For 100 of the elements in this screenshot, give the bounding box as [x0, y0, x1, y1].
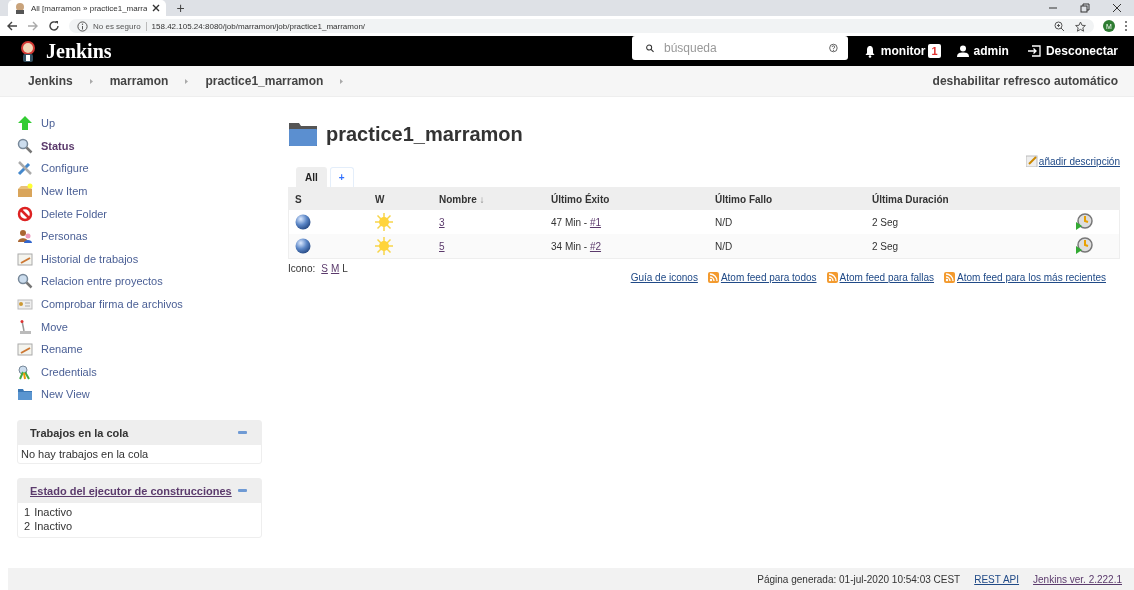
certificate-icon	[17, 296, 33, 313]
feed-link[interactable]: Atom feed para fallas	[826, 272, 935, 283]
security-label: No es seguro	[93, 21, 147, 31]
feed-link[interactable]: Atom feed para los más recientes	[944, 272, 1106, 283]
sun-icon	[375, 213, 393, 231]
queue-message: No hay trabajos en la cola	[20, 446, 150, 462]
status-ball-icon	[295, 238, 311, 254]
rest-api-link[interactable]: REST API	[974, 573, 1020, 585]
build-link[interactable]: #2	[589, 240, 602, 252]
url-text[interactable]: 158.42.105.24:8080/job/marramon/job/practice1_marramon/	[151, 21, 366, 31]
status-ball-icon	[295, 214, 311, 230]
user-link[interactable]: admin	[956, 44, 1009, 58]
sidebar-item[interactable]: Delete Folder	[17, 202, 262, 225]
chevron-icon	[339, 77, 345, 85]
executor-status: Inactivo	[34, 519, 73, 532]
sort-arrow-icon: ↓	[479, 193, 485, 205]
browser-tab[interactable]: All [marramon » practice1_marra	[8, 0, 167, 16]
close-icon	[1112, 3, 1122, 13]
executor-status: Inactivo	[34, 505, 73, 518]
logout-icon	[1026, 45, 1041, 57]
user-icon	[956, 45, 969, 57]
new-tab-button[interactable]: +	[176, 0, 185, 16]
build-clock-icon[interactable]	[1075, 213, 1093, 231]
column-header: Último Éxito	[545, 187, 709, 210]
column-header: Último Fallo	[709, 187, 866, 210]
feed-link[interactable]: Atom feed para todos	[707, 272, 817, 283]
executor-number: 1	[24, 505, 31, 518]
executor-number: 2	[24, 519, 31, 532]
view-tab[interactable]: +	[329, 167, 354, 187]
collapse-button[interactable]	[238, 489, 247, 493]
version-link[interactable]: Jenkins ver. 2.222.1	[1033, 573, 1122, 585]
table-cell: 2 Seg	[872, 216, 899, 228]
sidebar-item[interactable]: Up	[17, 112, 262, 135]
sidebar-item[interactable]: Relacion entre proyectos	[17, 270, 262, 293]
table-cell: N/D	[715, 240, 733, 252]
search-icon	[17, 137, 33, 154]
column-header: Última Duración	[866, 187, 1120, 210]
generated-timestamp: Página generada: 01-jul-2020 10:54:03 CEST	[757, 573, 961, 585]
add-description-link[interactable]: añadir descripción	[1025, 155, 1120, 167]
folder-icon	[288, 121, 318, 147]
edit-icon	[1025, 155, 1038, 167]
chevron-icon	[184, 77, 190, 85]
build-clock-icon[interactable]	[1075, 237, 1093, 255]
icon-size-label: Icono:	[288, 263, 316, 274]
panel-title-link[interactable]: Estado del ejecutor de construcciones	[30, 484, 232, 497]
search-icon	[645, 41, 654, 55]
tools-icon	[17, 160, 33, 177]
info-icon	[77, 20, 88, 32]
sidebar-item[interactable]: Credentials	[17, 360, 262, 384]
panel-title: Trabajos en la cola	[30, 426, 129, 439]
prohibited-icon	[17, 205, 33, 222]
sidebar-item[interactable]: Rename	[17, 337, 262, 361]
icon-legend-link[interactable]: Guía de iconos	[630, 272, 698, 283]
sidebar-item[interactable]: Comprobar firma de archivos	[17, 292, 262, 316]
table-cell: N/D	[715, 216, 733, 228]
sidebar-item[interactable]: New View	[17, 383, 262, 406]
table-cell: 2 Seg	[872, 240, 899, 252]
search-field[interactable]: búsqueda	[664, 41, 819, 55]
auto-refresh-link[interactable]: deshabilitar refresco automático	[932, 74, 1118, 88]
logout-link[interactable]: Desconectar	[1026, 44, 1118, 58]
rss-icon	[826, 272, 838, 283]
zoom-icon	[1054, 20, 1065, 32]
tab-title: All [marramon » practice1_marra	[31, 3, 148, 13]
job-link[interactable]: 3	[439, 216, 445, 228]
collapse-button[interactable]	[238, 431, 247, 435]
breadcrumb-link[interactable]: marramon	[109, 74, 169, 88]
page-title: practice1_marramon	[326, 122, 523, 146]
up-arrow-icon	[17, 115, 33, 132]
sidebar-item[interactable]: Status	[17, 134, 262, 158]
search-box[interactable]: búsqueda	[631, 36, 848, 60]
jenkins-favicon-icon	[14, 2, 26, 14]
close-icon	[152, 4, 161, 12]
back-icon	[6, 20, 18, 32]
view-tab[interactable]: All	[296, 167, 327, 187]
rss-icon	[944, 272, 956, 283]
icon-size-link[interactable]: S	[321, 263, 328, 274]
help-icon	[829, 41, 838, 55]
breadcrumb-link[interactable]: practice1_marramon	[205, 74, 324, 88]
column-header: S	[288, 187, 369, 210]
breadcrumb-link[interactable]: Jenkins	[28, 74, 73, 88]
build-link[interactable]: #1	[589, 216, 602, 228]
column-header: W	[369, 187, 433, 210]
job-link[interactable]: 5	[439, 240, 445, 252]
reload-icon	[48, 20, 60, 32]
sidebar-item[interactable]: Historial de trabajos	[17, 247, 262, 271]
sidebar-item[interactable]: New Item	[17, 179, 262, 203]
rss-icon	[707, 272, 719, 283]
jenkins-logo-text[interactable]: Jenkins	[46, 39, 112, 63]
monitor-link[interactable]: monitor	[863, 44, 926, 58]
sun-icon	[375, 237, 393, 255]
star-icon	[1075, 20, 1086, 32]
table-cell-text: 34 Min -	[551, 240, 589, 252]
sidebar-item[interactable]: Move	[17, 315, 262, 338]
box-icon	[17, 183, 33, 200]
joystick-icon	[17, 318, 33, 335]
sidebar-item[interactable]: Configure	[17, 157, 262, 180]
more-icon	[1124, 20, 1128, 32]
column-header[interactable]: Nombre ↓	[433, 187, 545, 210]
icon-size-link[interactable]: M	[330, 263, 340, 274]
sidebar-item[interactable]: Personas	[17, 224, 262, 248]
